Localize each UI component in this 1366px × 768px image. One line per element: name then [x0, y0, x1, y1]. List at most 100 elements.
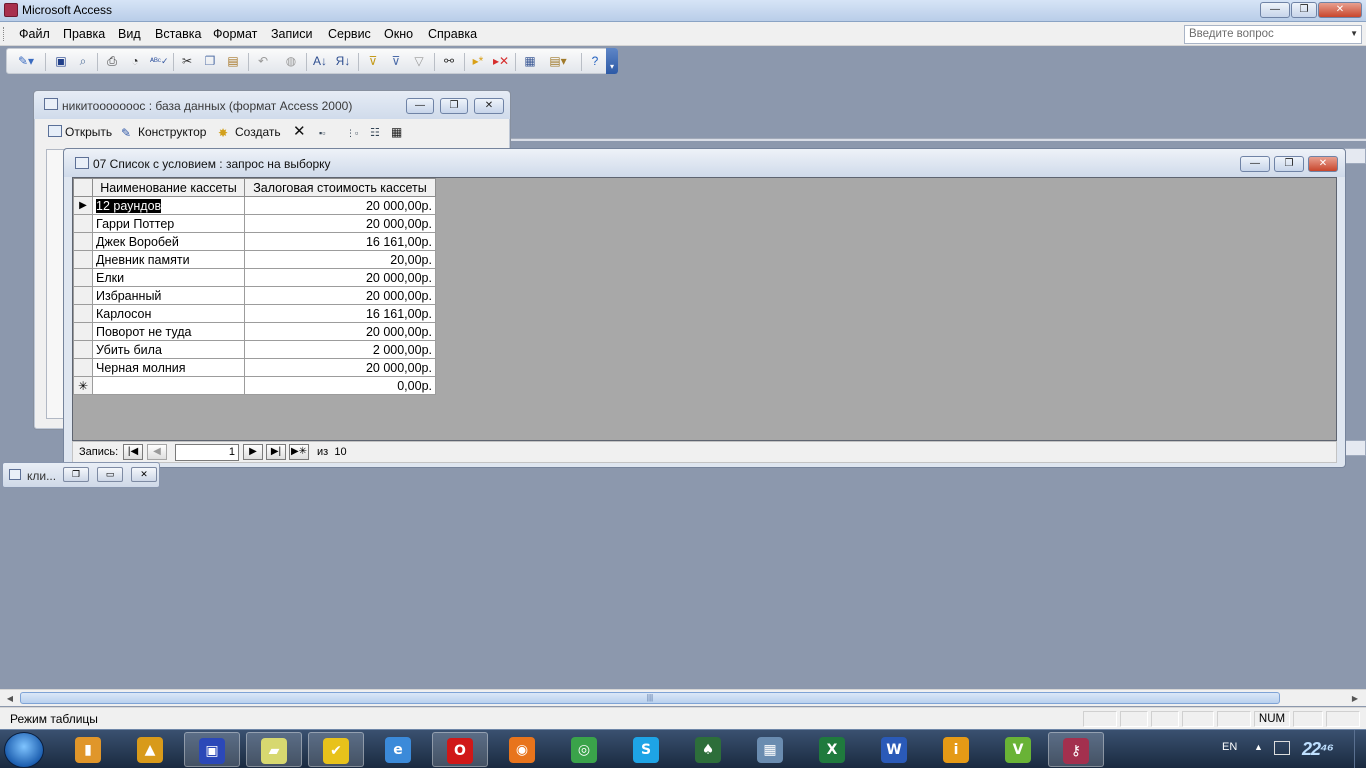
table-row[interactable]: Убить била 2 000,00р.: [73, 340, 436, 359]
taskbar-app-access[interactable]: ⚷: [1048, 732, 1104, 767]
table-row[interactable]: Дневник памяти 20,00р.: [73, 250, 436, 269]
sort-ascending-icon[interactable]: A↓: [312, 54, 328, 69]
find-icon[interactable]: ⚯: [441, 54, 457, 69]
create-button[interactable]: ✸ Создать: [218, 125, 281, 139]
taskbar-app-norton-check[interactable]: ✔: [308, 732, 364, 767]
cell-name[interactable]: Гарри Поттер: [92, 214, 245, 233]
details-icon[interactable]: ▦: [391, 125, 402, 139]
cell-name[interactable]: Карлосон: [92, 304, 245, 323]
table-row[interactable]: ▶ 12 раундов 20 000,00р.: [73, 196, 436, 215]
table-row[interactable]: Карлосон 16 161,00р.: [73, 304, 436, 323]
select-all-cell[interactable]: [73, 178, 93, 197]
menu-file[interactable]: Файл: [19, 27, 50, 41]
cell-name[interactable]: 12 раундов: [92, 196, 245, 215]
new-record-icon[interactable]: ▸*: [470, 54, 486, 69]
new-record-row[interactable]: ✳ 0,00р.: [73, 376, 436, 395]
taskbar-app-solitaire[interactable]: ♠: [680, 732, 736, 767]
scroll-left-icon[interactable]: ◀: [3, 692, 17, 705]
current-record-icon[interactable]: ▶: [73, 196, 93, 215]
row-selector[interactable]: [73, 358, 93, 377]
taskbar-app-opera[interactable]: O: [432, 732, 488, 767]
query-close-button[interactable]: ✕: [1308, 156, 1338, 172]
view-icon[interactable]: ✎▾: [12, 54, 40, 69]
design-button[interactable]: ✎ Конструктор: [121, 125, 206, 139]
taskbar-app-calendar[interactable]: ▦: [742, 732, 798, 767]
cell-name[interactable]: Поворот не туда: [92, 322, 245, 341]
print-icon[interactable]: ⎙: [104, 54, 120, 69]
taskbar-app-skype[interactable]: S: [618, 732, 674, 767]
next-record-button[interactable]: ▶: [243, 444, 263, 460]
spelling-icon[interactable]: ᴬᴮᶜ✓: [150, 54, 169, 69]
db-minimize-button[interactable]: —: [406, 98, 434, 114]
menu-tools[interactable]: Сервис: [328, 27, 371, 41]
row-selector[interactable]: [73, 214, 93, 233]
record-number-input[interactable]: 1: [175, 444, 239, 461]
file-search-icon[interactable]: ⌕: [75, 54, 91, 69]
list-icon[interactable]: ☷: [370, 126, 380, 139]
table-row[interactable]: Гарри Поттер 20 000,00р.: [73, 214, 436, 233]
query-minimize-button[interactable]: —: [1240, 156, 1270, 172]
close-button[interactable]: ✕: [1318, 2, 1362, 18]
table-row[interactable]: Черная молния 20 000,00р.: [73, 358, 436, 377]
start-button[interactable]: [4, 732, 44, 768]
cell-price[interactable]: 20 000,00р.: [244, 286, 436, 305]
menu-records[interactable]: Записи: [271, 27, 313, 41]
cell-name[interactable]: Избранный: [92, 286, 245, 305]
restore-button[interactable]: ❐: [1291, 2, 1317, 18]
print-preview-icon[interactable]: ◔: [127, 54, 143, 69]
minimized-window[interactable]: кли... ❐ ▭ ✕: [2, 462, 160, 488]
menu-window[interactable]: Окно: [384, 27, 413, 41]
taskbar-app-floppy[interactable]: ▣: [184, 732, 240, 767]
network-icon[interactable]: [1274, 741, 1290, 755]
background-window-control[interactable]: [1344, 148, 1366, 164]
help-icon[interactable]: ?: [587, 54, 603, 69]
new-record-button[interactable]: ▶✳: [289, 444, 309, 460]
clock[interactable]: 22⁴⁶: [1302, 739, 1334, 760]
cell-name[interactable]: Дневник памяти: [92, 250, 245, 269]
scroll-right-icon[interactable]: ▶: [1348, 692, 1362, 705]
taskbar-app-sticky-notes[interactable]: ▰: [246, 732, 302, 767]
menu-edit[interactable]: Правка: [63, 27, 105, 41]
large-icons-icon[interactable]: ▪▫: [319, 128, 325, 138]
database-window-titlebar[interactable]: никитооооооос : база данных (формат Acce…: [34, 91, 510, 119]
taskbar-app-excel[interactable]: X: [804, 732, 860, 767]
open-button[interactable]: Открыть: [48, 125, 112, 139]
cell-price[interactable]: 20,00р.: [244, 250, 436, 269]
taskbar-app-chrome[interactable]: ◎: [556, 732, 612, 767]
apply-filter-icon[interactable]: ▽: [411, 54, 427, 69]
cell-name[interactable]: Джек Воробей: [92, 232, 245, 251]
taskbar-app-word[interactable]: W: [866, 732, 922, 767]
row-selector[interactable]: [73, 250, 93, 269]
show-desktop-button[interactable]: [1354, 730, 1366, 768]
table-row[interactable]: Избранный 20 000,00р.: [73, 286, 436, 305]
minimized-maximize-button[interactable]: ▭: [97, 467, 123, 482]
undo-icon[interactable]: ↶: [255, 54, 271, 69]
db-restore-button[interactable]: ❐: [440, 98, 468, 114]
cell-price[interactable]: 16 161,00р.: [244, 232, 436, 251]
cell-price[interactable]: 20 000,00р.: [244, 214, 436, 233]
cell-name[interactable]: Убить била: [92, 340, 245, 359]
menu-format[interactable]: Формат: [213, 27, 257, 41]
delete-record-icon[interactable]: ▸✕: [493, 54, 509, 69]
cell-price[interactable]: 20 000,00р.: [244, 358, 436, 377]
filter-by-form-icon[interactable]: ⊽: [388, 54, 404, 69]
chevron-down-icon[interactable]: ▼: [1350, 29, 1358, 38]
horizontal-scrollbar[interactable]: ◀ ||| ▶: [0, 689, 1366, 706]
cell-price[interactable]: 20 000,00р.: [244, 322, 436, 341]
cell-price[interactable]: 20 000,00р.: [244, 268, 436, 287]
help-question-box[interactable]: Введите вопрос ▼: [1184, 25, 1362, 44]
cell-price[interactable]: 0,00р.: [244, 376, 436, 395]
menu-view[interactable]: Вид: [118, 27, 141, 41]
cell-price[interactable]: 16 161,00р.: [244, 304, 436, 323]
minimized-restore-button[interactable]: ❐: [63, 467, 89, 482]
menu-grip[interactable]: [3, 27, 6, 41]
menu-insert[interactable]: Вставка: [155, 27, 201, 41]
scroll-thumb[interactable]: |||: [20, 692, 1280, 704]
cell-name[interactable]: Черная молния: [92, 358, 245, 377]
taskbar-app-internet-explorer[interactable]: e: [370, 732, 426, 767]
minimized-close-button[interactable]: ✕: [131, 467, 157, 482]
row-selector[interactable]: [73, 322, 93, 341]
paste-icon[interactable]: ▤: [225, 54, 241, 69]
minimize-button[interactable]: —: [1260, 2, 1290, 18]
hyperlink-icon[interactable]: ◍: [283, 54, 299, 69]
